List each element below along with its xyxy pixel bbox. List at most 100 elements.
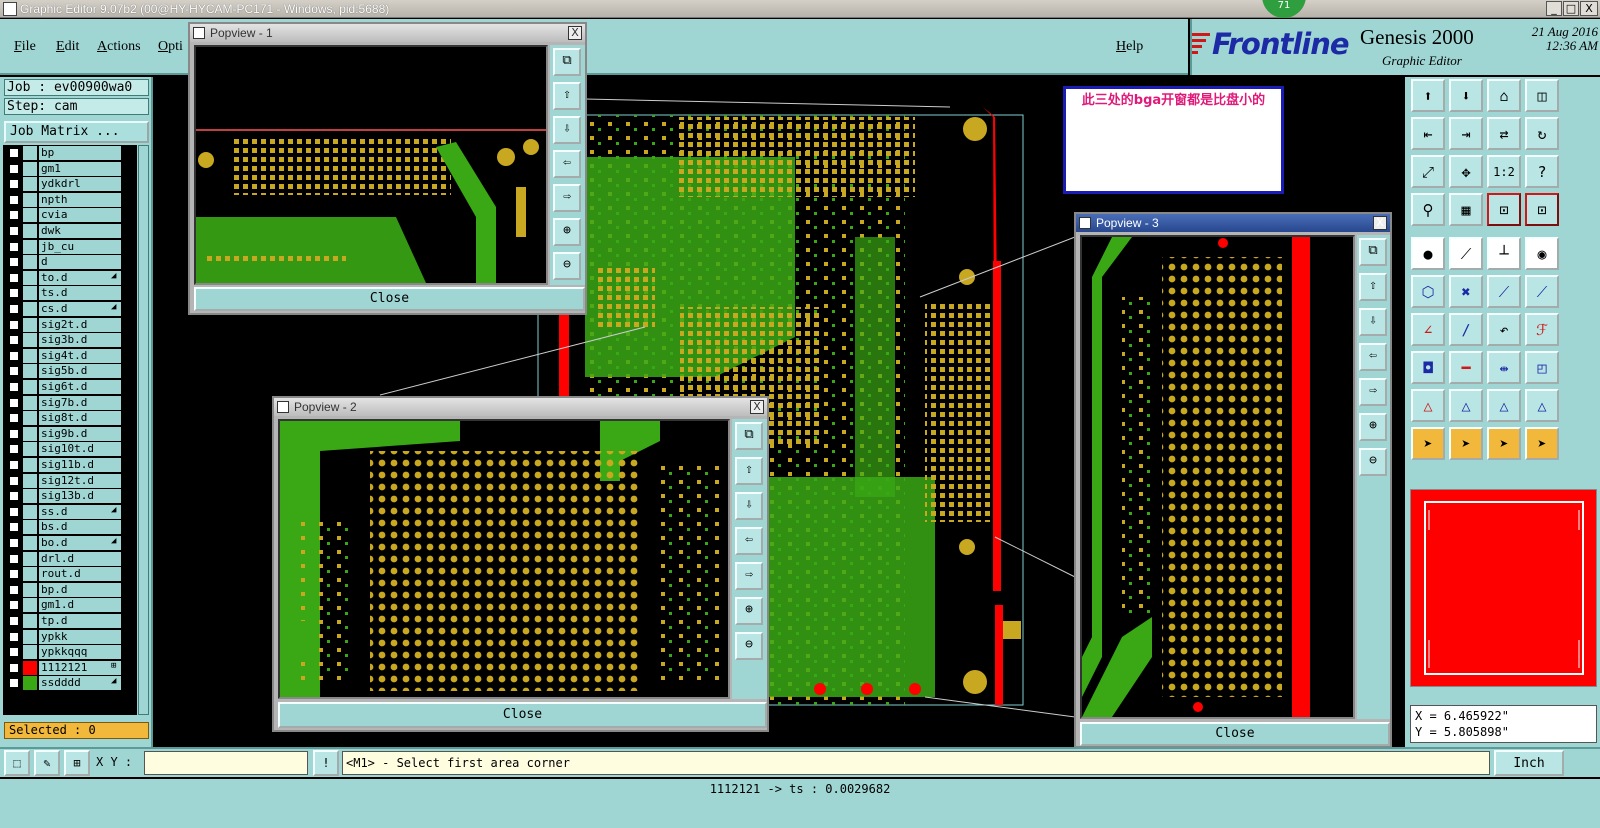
layer-list[interactable]: bp gm1 ydkdrl npth cvia dwk jb_cu d to.d ◢ ts.d cs.… [3, 145, 137, 715]
layer-color-swatch[interactable] [23, 395, 37, 410]
popview-1-close-icon[interactable]: X [568, 26, 582, 40]
menu-edit[interactable]: Edit [56, 39, 79, 55]
overview-preview[interactable] [1410, 489, 1597, 687]
layer-name[interactable]: gm1 [39, 161, 121, 176]
layer-checkbox[interactable] [9, 257, 19, 268]
layer-name[interactable]: ssdddd [39, 676, 121, 691]
layer-row[interactable]: bp [3, 145, 137, 160]
popview-3-up-icon[interactable]: ⇧ [1359, 273, 1387, 301]
close-window-button[interactable]: X [1580, 1, 1598, 16]
layer-checkbox[interactable] [9, 662, 19, 673]
layer-name[interactable]: ypkkqqq [39, 645, 121, 660]
layer-row[interactable]: tp.d [3, 613, 137, 628]
layer-checkbox[interactable] [9, 600, 19, 611]
notification-badge[interactable]: 71 [1262, 0, 1306, 18]
layer-checkbox[interactable] [9, 522, 19, 533]
layer-name[interactable]: bp [39, 146, 121, 160]
popview-2-view[interactable] [278, 419, 730, 699]
layer-checkbox[interactable] [9, 631, 19, 642]
layer-name[interactable]: bo.d [39, 536, 121, 550]
layer-row[interactable]: sig8t.d [3, 410, 137, 426]
layer-color-swatch[interactable] [23, 426, 37, 441]
layer-name[interactable]: sig5b.d [39, 364, 121, 379]
popview-3-close-icon[interactable]: X [1373, 216, 1387, 230]
layer-color-swatch[interactable] [23, 177, 37, 192]
layer-name[interactable]: sig7b.d [39, 395, 121, 410]
popview-1-up-icon[interactable]: ⇧ [553, 82, 581, 110]
layer-name[interactable]: rout.d [39, 567, 121, 582]
layer-row[interactable]: sig9b.d [3, 426, 137, 441]
overlap-icon[interactable]: ◰ [1525, 351, 1559, 384]
layer-name[interactable]: ypkk [39, 629, 121, 644]
layer-name[interactable]: bp.d [39, 582, 121, 597]
popview-2-close-button[interactable]: Close [278, 702, 767, 728]
layer-checkbox[interactable] [9, 553, 19, 564]
layer-row[interactable]: ss.d ◢ [3, 504, 137, 519]
layer-row[interactable]: gm1.d [3, 597, 137, 613]
popview-3-down-icon[interactable]: ⇩ [1359, 308, 1387, 336]
layer-checkbox[interactable] [9, 647, 19, 658]
layer-name[interactable]: bs.d [39, 520, 121, 535]
grid-icon[interactable]: ▦ [1449, 193, 1483, 226]
layer-checkbox[interactable] [9, 460, 19, 470]
window-split-icon[interactable]: ◫ [1525, 79, 1559, 112]
layer-name[interactable]: cs.d [39, 302, 121, 316]
popview-3-left-icon[interactable]: ⇦ [1359, 343, 1387, 371]
scale-1-2-button[interactable]: 1:2 [1487, 155, 1521, 188]
popview-2-zoom-out-icon[interactable]: ⊖ [735, 632, 763, 660]
layer-color-swatch[interactable] [23, 270, 37, 285]
pad-move-icon[interactable]: ◘ [1411, 351, 1445, 384]
layer-list-scrollbar[interactable] [138, 145, 149, 715]
layer-color-swatch[interactable] [23, 629, 37, 644]
popview-1-right-icon[interactable]: ⇨ [553, 184, 581, 212]
layer-checkbox[interactable] [9, 382, 19, 392]
layer-name[interactable]: sig8t.d [39, 411, 121, 426]
popview-1-down-icon[interactable]: ⇩ [553, 116, 581, 144]
popview-1-view[interactable] [194, 45, 548, 285]
layer-name[interactable]: npth [39, 192, 121, 207]
layer-name[interactable]: 1112121 [39, 660, 121, 675]
snap-alt-icon[interactable]: ⊡ [1525, 193, 1559, 226]
layer-row[interactable]: sig4t.d [3, 348, 137, 363]
add-pad-icon[interactable]: ● [1411, 237, 1445, 270]
layer-row[interactable]: dwk [3, 223, 137, 238]
popview-2-titlebar[interactable]: Popview - 2 X [274, 398, 767, 416]
layer-row[interactable]: ts.d [3, 285, 137, 301]
layer-row[interactable]: cvia [3, 207, 137, 223]
xy-input[interactable] [144, 751, 308, 775]
layer-color-swatch[interactable] [23, 333, 37, 348]
layer-row[interactable]: sig13b.d [3, 488, 137, 504]
edit-snap-icon[interactable]: ✎ [34, 750, 60, 776]
layer-name[interactable]: sig9b.d [39, 426, 121, 441]
move-up-icon[interactable]: ⬆ [1411, 79, 1445, 112]
layer-row[interactable]: bp.d [3, 582, 137, 597]
layer-name[interactable]: gm1.d [39, 598, 121, 613]
layer-color-swatch[interactable] [23, 286, 37, 301]
layer-row[interactable]: bo.d ◢ [3, 535, 137, 550]
layer-row[interactable]: jb_cu [3, 239, 137, 254]
popview-3-close-button[interactable]: Close [1080, 722, 1390, 746]
layer-color-swatch[interactable] [23, 302, 37, 316]
layer-color-swatch[interactable] [23, 676, 37, 691]
layer-checkbox[interactable] [9, 506, 19, 517]
connect-icon[interactable]: ⬡ [1411, 275, 1445, 308]
layer-row[interactable]: rout.d [3, 566, 137, 582]
select-net-icon[interactable]: ➤ [1525, 427, 1559, 460]
popview-3-zoom-in-icon[interactable]: ⊕ [1359, 413, 1387, 441]
layer-checkbox[interactable] [9, 366, 19, 377]
help-button[interactable]: ? [1525, 155, 1559, 188]
select-lasso-icon[interactable]: ➤ [1487, 427, 1521, 460]
triangle-mirror-icon[interactable]: △ [1525, 389, 1559, 422]
layer-color-swatch[interactable] [23, 520, 37, 535]
stretch-icon[interactable]: ⇹ [1487, 351, 1521, 384]
home-icon[interactable]: ⌂ [1487, 79, 1521, 112]
layer-color-swatch[interactable] [23, 239, 37, 254]
layer-checkbox[interactable] [9, 475, 19, 486]
layer-name[interactable]: sig2t.d [39, 317, 121, 332]
redraw-icon[interactable]: ↻ [1525, 117, 1559, 150]
layer-checkbox[interactable] [9, 210, 19, 221]
layer-row[interactable]: bs.d [3, 519, 137, 535]
popview-3-view[interactable] [1080, 235, 1355, 719]
ruler-icon[interactable]: ┴ [1487, 237, 1521, 270]
menu-help[interactable]: Help [1116, 39, 1143, 55]
